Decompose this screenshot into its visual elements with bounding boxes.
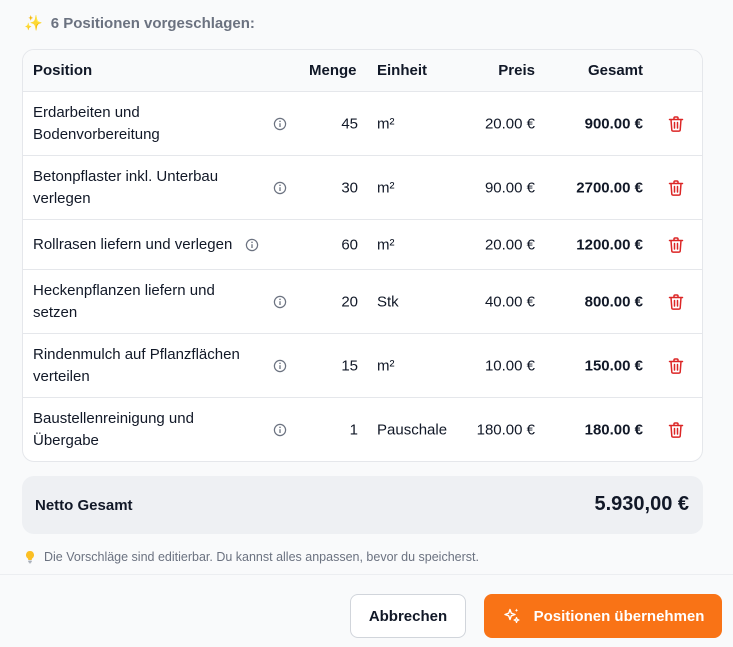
total-value: 1200.00 € [576, 236, 643, 253]
price-value: 20.00 € [484, 115, 535, 132]
quantity-value: 1 [349, 421, 358, 439]
unit-value: m² [377, 236, 395, 253]
total-value: 150.00 € [584, 357, 643, 374]
unit-value: Stk [377, 293, 399, 310]
delete-trash-icon[interactable] [667, 293, 685, 311]
sparkles-icon: ✨ [24, 15, 43, 32]
column-header-position: Position [33, 62, 93, 79]
editable-hint: Die Vorschläge sind editierbar. Du kanns… [24, 550, 479, 564]
table-row: Rollrasen liefern und verlegen 60 m² 20.… [23, 220, 702, 270]
table-row: Heckenpflanzen liefern und setzen 20 Stk… [23, 270, 702, 334]
delete-trash-icon[interactable] [667, 236, 685, 254]
total-value: 800.00 € [584, 293, 643, 310]
position-name: Heckenpflanzen liefern und setzen [33, 281, 215, 321]
position-name: Rindenmulch auf Pflanzflächen verteilen [33, 345, 240, 385]
position-name: Erdarbeiten und Bodenvorbereitung [33, 103, 160, 143]
column-header-menge: Menge [309, 62, 357, 79]
column-header-einheit: Einheit [377, 62, 428, 79]
delete-trash-icon[interactable] [667, 421, 685, 439]
hint-text: Die Vorschläge sind editierbar. Du kanns… [44, 550, 479, 564]
unit-value: m² [377, 357, 395, 374]
info-icon[interactable] [273, 295, 287, 309]
delete-trash-icon[interactable] [667, 179, 685, 197]
total-value: 900.00 € [584, 115, 643, 132]
table-header: Position Menge Einheit Preis Gesamt [23, 50, 702, 92]
quantity-value: 60 [341, 236, 358, 253]
quantity-value: 30 [341, 179, 358, 196]
unit-value: Pauschale [377, 421, 448, 439]
suggestion-title: 6 Positionen vorgeschlagen: [50, 14, 255, 32]
info-icon[interactable] [273, 423, 287, 437]
net-total-label: Netto Gesamt [35, 497, 133, 514]
price-value: 40.00 € [484, 293, 535, 310]
quantity-value: 15 [341, 357, 358, 374]
price-value: 20.00 € [484, 236, 535, 253]
column-header-preis: Preis [498, 62, 535, 79]
delete-trash-icon[interactable] [667, 357, 685, 375]
column-header-gesamt: Gesamt [587, 62, 643, 79]
total-value: 180.00 € [584, 421, 643, 439]
unit-value: m² [377, 115, 395, 132]
suggestion-header: ✨ 6 Positionen vorgeschlagen: [24, 14, 255, 33]
position-name: Baustellenreinigung und Übergabe [33, 410, 194, 449]
accept-positions-button[interactable]: Positionen übernehmen [484, 594, 722, 638]
quantity-value: 45 [341, 115, 358, 132]
total-value: 2700.00 € [576, 179, 643, 196]
sparkles-icon [503, 608, 520, 624]
table-row: Erdarbeiten und Bodenvorbereitung 45 m² … [23, 92, 702, 156]
footer-divider [0, 574, 733, 575]
position-name: Betonpflaster inkl. Unterbau verlegen [33, 167, 219, 207]
price-value: 10.00 € [484, 357, 535, 374]
cancel-button[interactable]: Abbrechen [350, 594, 466, 638]
lightbulb-icon [26, 551, 34, 564]
net-total-value: 5.930,00 € [594, 493, 689, 515]
delete-trash-icon[interactable] [667, 115, 685, 133]
price-value: 90.00 € [484, 179, 535, 196]
table-row: Rindenmulch auf Pflanzflächen verteilen … [23, 334, 702, 398]
price-value: 180.00 € [476, 421, 535, 439]
quantity-value: 20 [341, 293, 358, 310]
table-row: Baustellenreinigung und Übergabe 1 Pausc… [23, 398, 702, 461]
unit-value: m² [377, 179, 395, 196]
table-row: Betonpflaster inkl. Unterbau verlegen 30… [23, 156, 702, 220]
info-icon[interactable] [273, 181, 287, 195]
info-icon[interactable] [245, 238, 259, 252]
info-icon[interactable] [273, 359, 287, 373]
positions-table: Position Menge Einheit Preis Gesamt Erda… [22, 49, 703, 462]
net-total-bar: Netto Gesamt 5.930,00 € [22, 476, 703, 534]
info-icon[interactable] [273, 117, 287, 131]
accept-button-label: Positionen übernehmen [533, 607, 705, 625]
